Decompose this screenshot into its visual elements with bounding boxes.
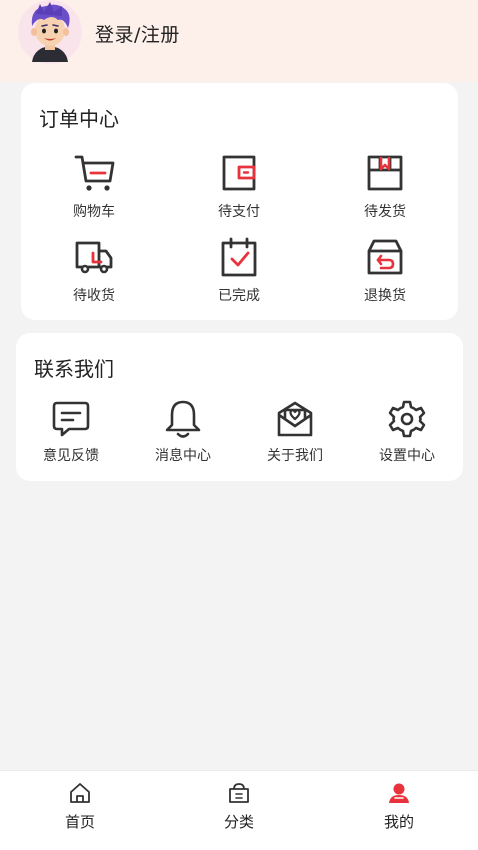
contact-item-label: 设置中心 (379, 448, 435, 464)
order-item-pending-payment[interactable]: 待支付 (189, 151, 289, 221)
return-box-icon (367, 239, 403, 275)
order-item-pending-shipment[interactable]: 待发货 (335, 151, 435, 221)
bell-icon (165, 400, 201, 438)
contact-item-settings[interactable]: 设置中心 (357, 399, 457, 465)
order-item-label: 退换货 (364, 288, 406, 304)
envelope-heart-icon (277, 401, 313, 437)
order-item-label: 待支付 (218, 204, 260, 220)
order-item-pending-receipt[interactable]: 待收货 (44, 235, 144, 305)
contact-title: 联系我们 (34, 357, 114, 381)
profile-header: 登录/注册 (0, 0, 478, 82)
order-item-label: 购物车 (73, 204, 115, 220)
contact-item-feedback[interactable]: 意见反馈 (21, 399, 121, 465)
login-register-link[interactable]: 登录/注册 (95, 20, 180, 47)
order-item-cart[interactable]: 购物车 (44, 151, 144, 221)
tab-label: 分类 (223, 813, 254, 831)
bottom-tab-bar: 首页 分类 我的 (0, 770, 478, 850)
order-center-card: 订单中心 购物车 待支付 待发货 待收货 已完成 退换货 (21, 83, 458, 320)
order-item-returns[interactable]: 退换货 (335, 235, 435, 305)
wallet-icon (222, 155, 256, 191)
gear-icon (388, 400, 426, 438)
user-icon (389, 783, 409, 803)
contact-item-label: 意见反馈 (43, 448, 99, 464)
tab-mine[interactable]: 我的 (359, 781, 439, 832)
contact-item-messages[interactable]: 消息中心 (133, 399, 233, 465)
order-item-label: 待发货 (364, 204, 406, 220)
contact-item-label: 关于我们 (267, 448, 323, 464)
tab-category[interactable]: 分类 (199, 781, 279, 832)
order-item-label: 待收货 (73, 288, 115, 304)
order-center-title: 订单中心 (39, 107, 119, 131)
tab-label: 我的 (383, 813, 414, 831)
basket-icon (229, 783, 249, 803)
truck-icon (75, 241, 113, 274)
avatar-icon (18, 0, 82, 64)
tab-home[interactable]: 首页 (40, 781, 120, 832)
cart-icon (74, 155, 115, 191)
order-item-label: 已完成 (218, 288, 260, 304)
package-icon (367, 155, 403, 191)
tab-label: 首页 (64, 813, 95, 831)
contact-item-about-us[interactable]: 关于我们 (245, 399, 345, 465)
contact-card: 联系我们 意见反馈 消息中心 关于我们 设置中心 (16, 333, 463, 481)
order-item-completed[interactable]: 已完成 (189, 235, 289, 305)
home-icon (70, 783, 90, 803)
contact-item-label: 消息中心 (155, 448, 211, 464)
avatar[interactable] (18, 0, 82, 64)
calendar-check-icon (221, 237, 257, 277)
feedback-icon (52, 401, 90, 437)
